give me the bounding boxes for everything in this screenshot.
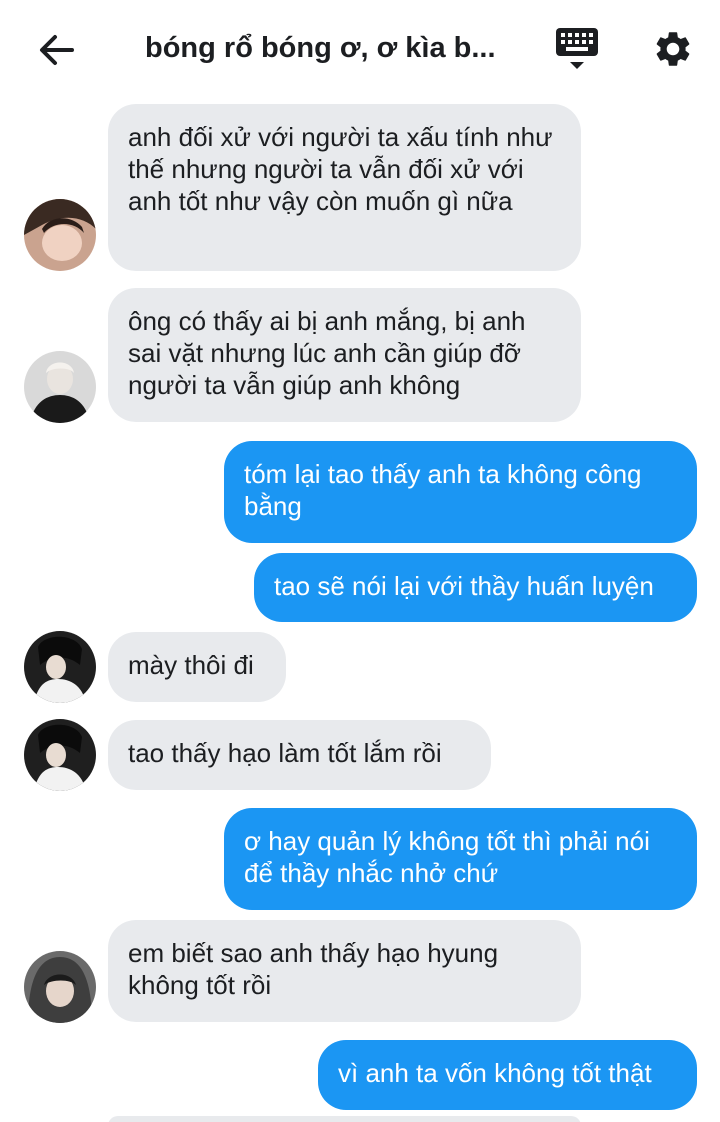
message-incoming: ông có thấy ai bị anh mắng, bị anh sai v… [108, 288, 581, 422]
message-text: mày thôi đi [128, 650, 254, 680]
keyboard-icon [556, 28, 598, 69]
message-incoming-partial [108, 1116, 581, 1122]
message-incoming: anh đối xử với người ta xấu tính như thế… [108, 104, 581, 271]
avatar[interactable] [24, 199, 96, 271]
message-text: ông có thấy ai bị anh mắng, bị anh sai v… [128, 306, 526, 400]
message-text: ơ hay quản lý không tốt thì phải nói để … [244, 826, 650, 888]
avatar[interactable] [24, 351, 96, 423]
message-text: anh đối xử với người ta xấu tính như thế… [128, 122, 553, 216]
chat-title: bóng rổ bóng ơ, ơ kìa b... [145, 32, 496, 64]
message-text: tao sẽ nói lại với thầy huấn luyện [274, 571, 654, 601]
message-outgoing: tóm lại tao thấy anh ta không công bằng [224, 441, 697, 543]
chat-header: bóng rổ bóng ơ, ơ kìa b... [0, 0, 720, 100]
message-incoming: mày thôi đi [108, 632, 286, 702]
settings-button[interactable] [648, 24, 698, 74]
message-outgoing: vì anh ta vốn không tốt thật [318, 1040, 697, 1110]
avatar[interactable] [24, 719, 96, 791]
message-text: em biết sao anh thấy hạo hyung không tốt… [128, 938, 499, 1000]
gear-icon [656, 32, 690, 66]
avatar[interactable] [24, 631, 96, 703]
message-outgoing: ơ hay quản lý không tốt thì phải nói để … [224, 808, 697, 910]
back-button[interactable] [32, 26, 80, 74]
avatar[interactable] [24, 951, 96, 1023]
keyboard-button[interactable] [552, 22, 602, 74]
message-incoming: tao thấy hạo làm tốt lắm rồi [108, 720, 491, 790]
message-text: tao thấy hạo làm tốt lắm rồi [128, 738, 442, 768]
back-arrow-icon [40, 35, 74, 65]
message-text: tóm lại tao thấy anh ta không công bằng [244, 459, 642, 521]
message-outgoing: tao sẽ nói lại với thầy huấn luyện [254, 553, 697, 622]
message-text: vì anh ta vốn không tốt thật [338, 1058, 652, 1088]
message-incoming: em biết sao anh thấy hạo hyung không tốt… [108, 920, 581, 1022]
